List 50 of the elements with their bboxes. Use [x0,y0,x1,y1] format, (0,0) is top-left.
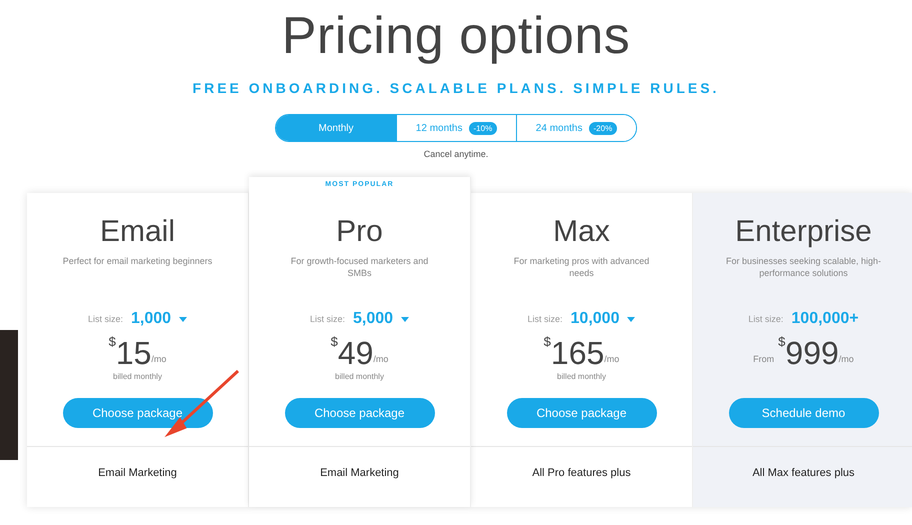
discount-badge: -20% [588,122,618,134]
plan-button[interactable]: Choose package [62,398,212,428]
caret-icon[interactable] [401,316,410,322]
price-period: /mo [151,354,166,364]
plan-name: Enterprise [735,215,872,249]
price-period: /mo [373,354,388,364]
list-size-label: List size: [748,314,784,324]
list-size-value[interactable]: 10,000 [570,310,620,328]
list-size-label: List size: [528,314,563,324]
currency-symbol: $ [544,334,551,349]
list-size-value[interactable]: 5,000 [352,310,394,328]
billing-option[interactable]: 24 months -20% [516,115,636,141]
billing-option[interactable]: Monthly [276,115,396,141]
list-size-label: List size: [88,314,123,324]
price-period: /mo [604,354,620,364]
feature-heading: Email Marketing [249,446,470,507]
billing-note: billed monthly [557,372,606,381]
plan-name: Pro [336,215,383,249]
plan-button[interactable]: Choose package [284,398,434,428]
billing-note: billed monthly [335,372,384,381]
list-size-label: List size: [310,314,345,324]
price-amount: 999 [785,336,839,370]
feature-heading: All Pro features plus [471,446,692,507]
plan-description: Perfect for email marketing beginners [62,255,212,268]
plan-name: Max [553,215,610,249]
billing-note: billed monthly [113,372,162,381]
discount-badge: -10% [468,122,498,134]
plan-name: Email [100,215,175,249]
feature-heading: Email Marketing [27,446,248,507]
list-size-value: 100,000+ [791,310,859,328]
cancel-note: Cancel anytime. [424,149,488,159]
price-amount: 165 [550,336,604,370]
caret-icon[interactable] [627,316,636,322]
plan-description: For businesses seeking scalable, high-performance solutions [724,255,882,279]
plan-description: For growth-focused marketers and SMBs [290,255,430,279]
price-prefix: From [753,354,774,364]
list-size-value[interactable]: 1,000 [130,310,172,328]
price-period: /mo [838,354,854,364]
price-amount: 15 [116,336,152,370]
page-subtitle: FREE ONBOARDING. SCALABLE PLANS. SIMPLE RULES. [192,80,720,96]
plan-button[interactable]: Choose package [506,398,656,428]
page-title: Pricing options [282,6,630,66]
currency-symbol: $ [108,334,116,349]
price-amount: 49 [338,336,374,370]
currency-symbol: $ [778,334,786,349]
currency-symbol: $ [330,334,338,349]
caret-icon[interactable] [179,316,188,322]
feature-heading: All Max features plus [693,446,912,507]
plan-description: For marketing pros with advanced needs [512,255,650,279]
plan-button[interactable]: Schedule demo [728,398,878,428]
